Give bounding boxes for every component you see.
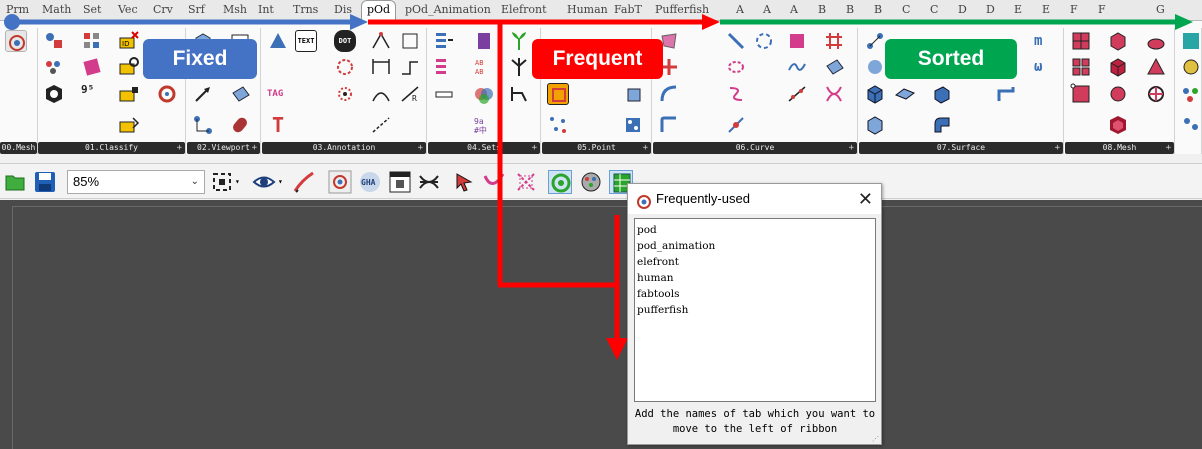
dialog-instructions: Add the names of tab which you want to m… xyxy=(634,408,876,435)
list-item: human xyxy=(637,272,674,284)
frequent-label: Frequent xyxy=(532,39,663,79)
resize-grip-icon[interactable]: ⋰ xyxy=(872,435,879,443)
list-item: fabtools xyxy=(637,288,680,300)
pod-logo-icon xyxy=(636,191,652,209)
dialog-title: Frequently-used xyxy=(656,191,750,206)
tab-names-textbox[interactable]: pod pod_animation elefront human fabtool… xyxy=(634,218,876,402)
list-item: pufferfish xyxy=(637,304,689,316)
fixed-label: Fixed xyxy=(143,39,257,79)
list-item: pod_animation xyxy=(637,240,716,252)
list-item: pod xyxy=(637,224,657,236)
list-item: elefront xyxy=(637,256,679,268)
sorted-label: Sorted xyxy=(885,39,1017,79)
close-icon[interactable]: ✕ xyxy=(858,184,873,214)
sorted-arrow xyxy=(720,14,1193,30)
dialog-titlebar[interactable]: Frequently-used ✕ xyxy=(628,184,881,214)
fixed-arrow xyxy=(4,14,368,30)
frequently-used-dialog: Frequently-used ✕ pod pod_animation elef… xyxy=(627,183,882,445)
